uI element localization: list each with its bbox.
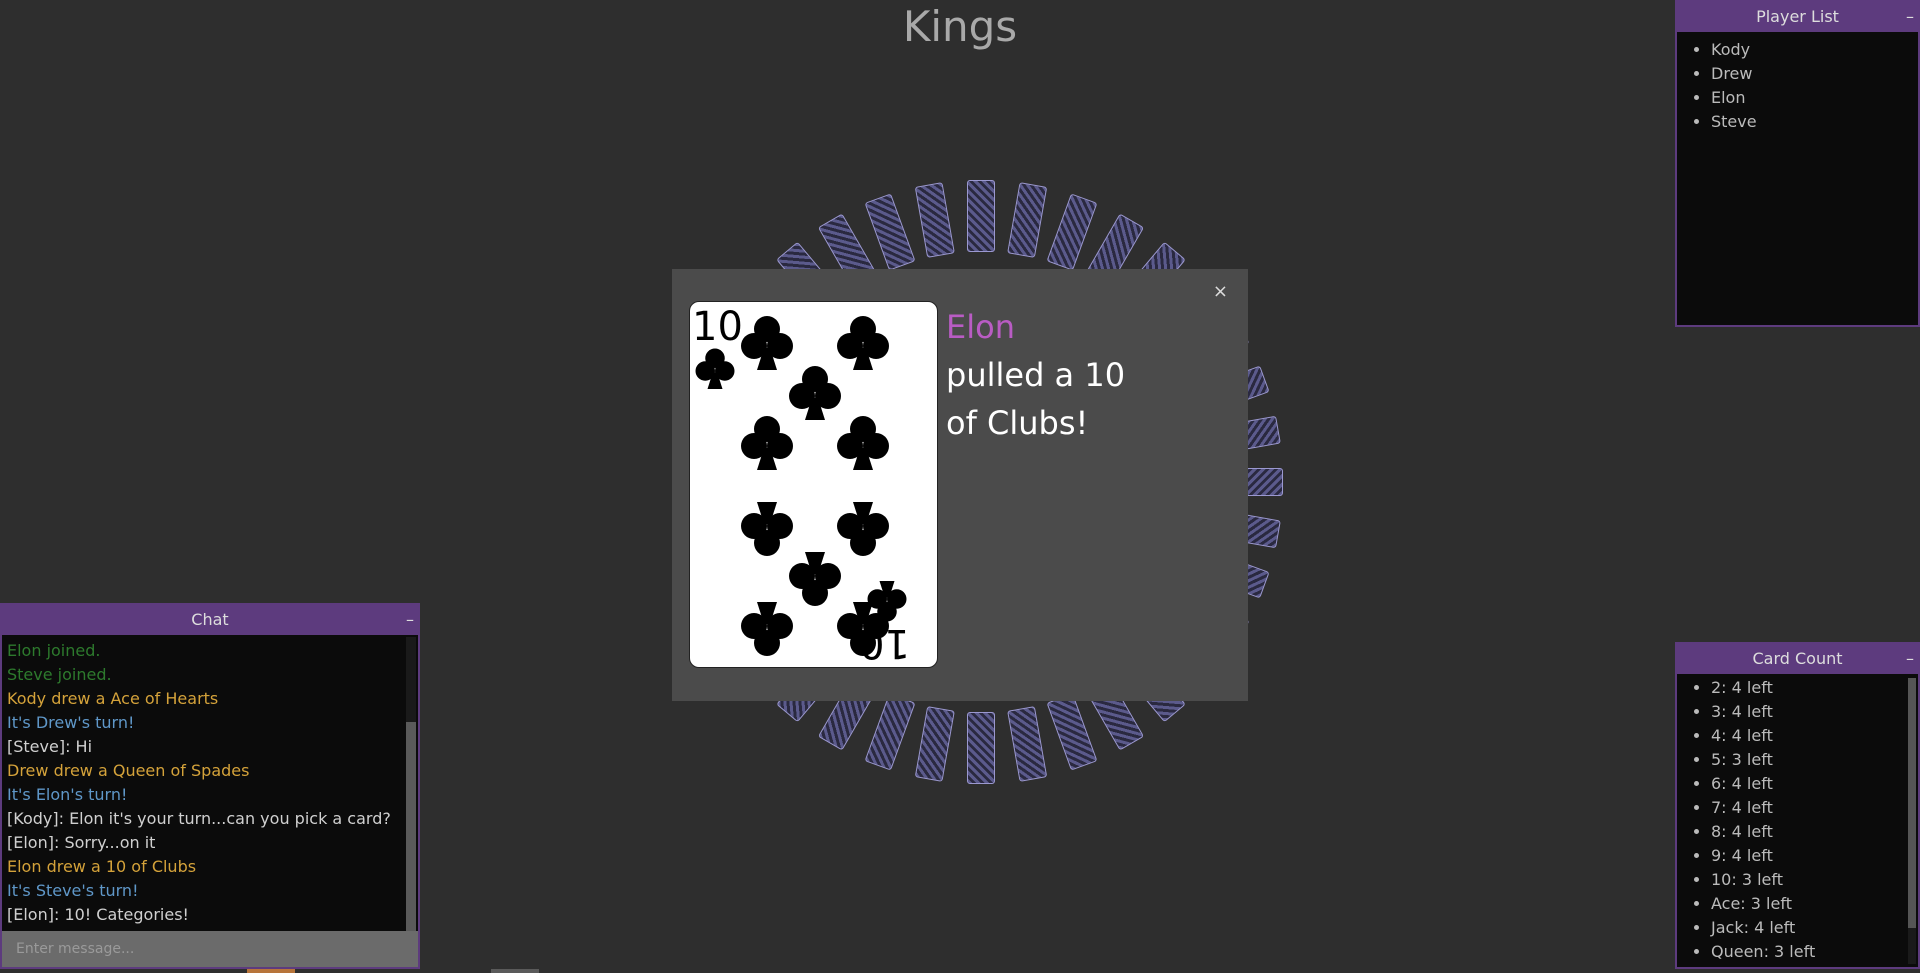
chat-panel: Chat – Elon joined. Steve joined. Kody d… <box>0 603 420 969</box>
deck-card-back[interactable] <box>914 182 955 258</box>
deck-card-back[interactable] <box>1046 693 1098 771</box>
card-count-item: 5: 3 left <box>1711 748 1918 772</box>
card-count-item: Ace: 3 left <box>1711 892 1918 916</box>
player-list: Kody Drew Elon Steve <box>1677 38 1918 134</box>
club-pip-icon <box>837 416 889 470</box>
player-list-header: Player List – <box>1677 2 1918 32</box>
chat-message: Elon joined. <box>7 641 101 660</box>
club-pip-icon <box>789 366 841 420</box>
deck-card-back[interactable] <box>864 193 916 271</box>
club-corner-icon <box>695 348 735 389</box>
chat-log: Elon joined. Steve joined. Kody drew a A… <box>2 635 418 927</box>
deck-card-back[interactable] <box>1007 706 1048 782</box>
club-pip-icon <box>741 502 793 556</box>
card-face-drawing: 10 10 <box>692 304 910 666</box>
card-count-item: 9: 4 left <box>1711 844 1918 868</box>
deck-card-back[interactable] <box>914 706 955 782</box>
chat-message: It's Steve's turn! <box>7 881 139 900</box>
card-count-title: Card Count <box>1752 649 1843 668</box>
chat-minimize-button[interactable]: – <box>406 605 414 635</box>
player-item: Steve <box>1711 110 1918 134</box>
chat-message: [Steve]: Hi <box>7 737 93 756</box>
card-count-item: 8: 4 left <box>1711 820 1918 844</box>
deck-card-back[interactable] <box>967 712 995 784</box>
chat-message: It's Drew's turn! <box>7 713 135 732</box>
deck-card-back[interactable] <box>864 693 916 771</box>
chat-scroll-thumb[interactable] <box>406 722 416 932</box>
chat-message: [Kody]: Elon it's your turn...can you pi… <box>7 809 391 828</box>
deck-card-back[interactable] <box>1007 182 1048 258</box>
taskbar-indicator <box>247 969 295 973</box>
card-count-panel: Card Count – 2: 4 left 3: 4 left 4: 4 le… <box>1675 642 1920 969</box>
card-count-item: 4: 4 left <box>1711 724 1918 748</box>
card-count-item: Jack: 4 left <box>1711 916 1918 940</box>
draw-message-line: of Clubs! <box>946 404 1089 442</box>
page-title: Kings <box>902 2 1018 51</box>
player-list-panel: Player List – Kody Drew Elon Steve <box>1675 0 1920 327</box>
card-count-list: 2: 4 left 3: 4 left 4: 4 left 5: 3 left … <box>1677 676 1918 964</box>
club-pip-icon <box>741 602 793 656</box>
club-pip-icon <box>789 552 841 606</box>
player-list-title: Player List <box>1756 7 1839 26</box>
card-count-item: 7: 4 left <box>1711 796 1918 820</box>
chat-message: Kody drew a Ace of Hearts <box>7 689 219 708</box>
card-count-item: 10: 3 left <box>1711 868 1918 892</box>
player-item: Elon <box>1711 86 1918 110</box>
taskbar-indicator <box>491 969 539 973</box>
chat-header: Chat – <box>2 605 418 635</box>
club-pip-icon <box>741 316 793 370</box>
chat-message: Steve joined. <box>7 665 112 684</box>
card-count-scroll-thumb[interactable] <box>1908 678 1916 928</box>
playing-card-ten-of-clubs: 10 10 <box>689 301 938 668</box>
card-count-item: Queen: 3 left <box>1711 940 1918 964</box>
chat-title: Chat <box>191 610 229 629</box>
card-count-item: 3: 4 left <box>1711 700 1918 724</box>
draw-announcement: Elon pulled a 10 of Clubs! <box>946 303 1166 447</box>
deck-card-back[interactable] <box>1046 193 1098 271</box>
chat-message: [Elon]: Sorry...on it <box>7 833 156 852</box>
card-count-minimize-button[interactable]: – <box>1906 644 1914 674</box>
player-item: Drew <box>1711 62 1918 86</box>
player-list-minimize-button[interactable]: – <box>1906 2 1914 32</box>
deck-card-back[interactable] <box>967 180 995 252</box>
card-count-item: 2: 4 left <box>1711 676 1918 700</box>
chat-message-input[interactable] <box>2 931 418 967</box>
close-icon[interactable]: × <box>1213 281 1228 302</box>
card-count-item: 6: 4 left <box>1711 772 1918 796</box>
card-rank-top: 10 <box>692 304 743 350</box>
drawing-player-name: Elon <box>946 308 1015 346</box>
chat-message: It's Elon's turn! <box>7 785 128 804</box>
card-count-header: Card Count – <box>1677 644 1918 674</box>
card-drawn-modal: × 10 10 Elon pulled a 10 of Clubs! <box>672 269 1248 701</box>
chat-message: [Elon]: 10! Categories! <box>7 905 189 924</box>
club-pip-icon <box>741 416 793 470</box>
player-item: Kody <box>1711 38 1918 62</box>
club-pip-icon <box>837 502 889 556</box>
draw-message-line: pulled a 10 <box>946 356 1126 394</box>
chat-message: Elon drew a 10 of Clubs <box>7 857 197 876</box>
club-pip-icon <box>837 316 889 370</box>
chat-message: Drew drew a Queen of Spades <box>7 761 250 780</box>
